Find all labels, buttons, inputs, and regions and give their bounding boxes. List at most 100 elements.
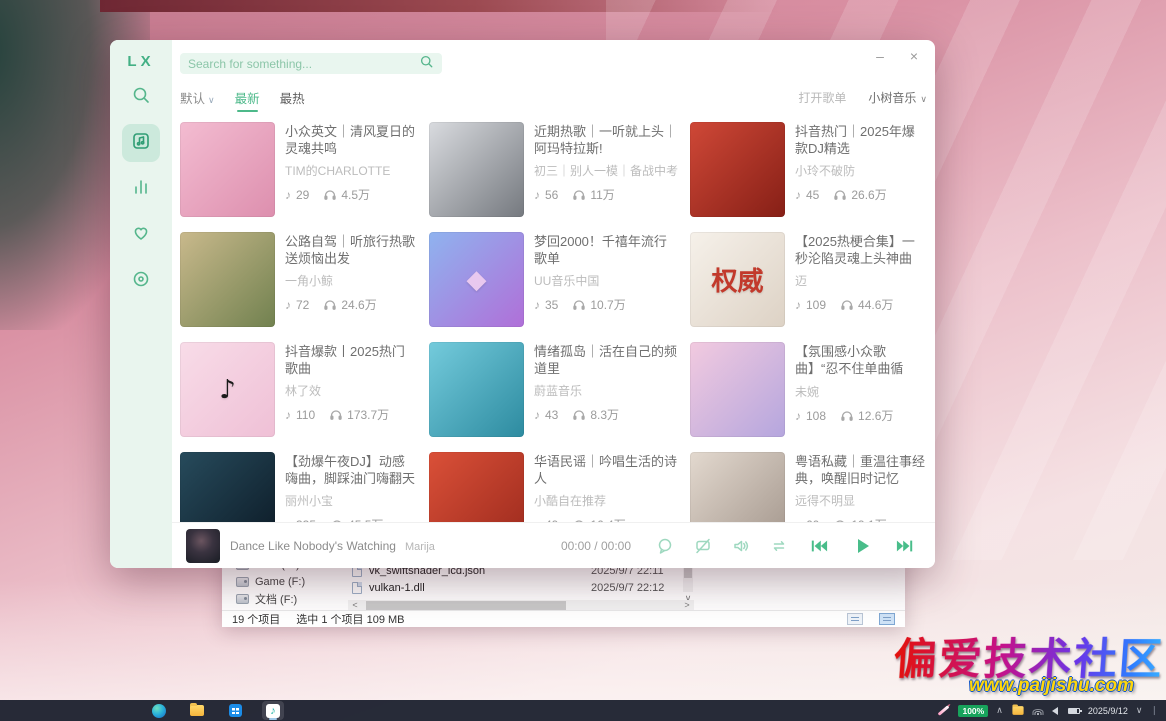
playlist-card[interactable]: 华语民谣｜吟唱生活的诗人 小酷自在推荐 ♪49 16.4万 xyxy=(429,452,678,522)
view-large-icons-button[interactable] xyxy=(879,613,895,625)
headphones-icon xyxy=(841,300,853,310)
taskbar-edge-button[interactable] xyxy=(148,701,170,720)
store-icon xyxy=(229,704,242,717)
playlist-card[interactable]: 小众英文｜清风夏日的灵魂共鸣 TIM的CHARLOTTE ♪29 4.5万 xyxy=(180,122,417,217)
battery-widget[interactable]: 100% xyxy=(958,705,988,717)
playlist-title: 情绪孤岛｜活在自己的频道里 xyxy=(534,343,678,377)
sidebar-item-favorites[interactable] xyxy=(122,216,160,254)
next-button[interactable] xyxy=(895,537,915,555)
playlist-cover[interactable] xyxy=(690,342,785,437)
sidebar-item-leaderboard[interactable] xyxy=(122,170,160,208)
explorer-drive-item[interactable]: Game (F:) xyxy=(222,573,344,590)
taskbar-music-button[interactable]: ♪ xyxy=(262,701,284,720)
folder-icon xyxy=(190,705,204,716)
search-bar[interactable] xyxy=(180,53,442,74)
scrollbar-thumb[interactable] xyxy=(366,601,566,610)
playlist-card[interactable]: 粤语私藏｜重温往事经典，唤醒旧时记忆 远得不明显 ♪60 19.1万 xyxy=(690,452,927,522)
tab-hottest[interactable]: 最热 xyxy=(280,88,305,107)
sidebar-item-songlist[interactable] xyxy=(122,124,160,162)
file-date: 2025/9/7 22:12 xyxy=(591,582,664,594)
comment-icon[interactable] xyxy=(656,537,674,555)
playlist-card[interactable]: 【劲爆午夜DJ】动感嗨曲，脚踩油门嗨翻天 丽州小宝 ♪335 45.5万 xyxy=(180,452,417,522)
taskbar-store-button[interactable] xyxy=(224,701,246,720)
search-icon[interactable] xyxy=(419,54,434,74)
play-count: 8.3万 xyxy=(590,406,619,423)
app-logo: LX xyxy=(127,53,154,70)
song-artist: Marija xyxy=(405,541,435,553)
headphones-icon xyxy=(841,411,853,421)
play-button[interactable] xyxy=(851,535,873,557)
playlist-cover[interactable] xyxy=(429,122,524,217)
open-playlist-link[interactable]: 打开歌单 xyxy=(798,89,846,106)
playlist-card[interactable]: 公路自驾｜听旅行热歌送烦恼出发 一角小鲸 ♪72 24.6万 xyxy=(180,232,417,327)
minimize-button[interactable]: – xyxy=(869,46,891,66)
file-name: vulkan-1.dll xyxy=(369,582,584,594)
playlist-card[interactable]: 情绪孤岛｜活在自己的频道里 蔚蓝音乐 ♪43 8.3万 xyxy=(429,342,678,437)
playlist-stats: ♪56 11万 xyxy=(534,186,678,203)
hidden-icons-chevron[interactable]: ∧ xyxy=(996,705,1003,716)
system-tray: 100% ∧ 2025/9/12 ∨ ❘ xyxy=(937,705,1166,717)
playlist-title: 公路自驾｜听旅行热歌送烦恼出发 xyxy=(285,233,417,267)
playlist-cover[interactable] xyxy=(180,452,275,522)
sidebar-item-settings[interactable] xyxy=(122,262,160,300)
play-count: 173.7万 xyxy=(347,406,389,423)
sidebar-item-search[interactable] xyxy=(122,78,160,116)
playlist-cover[interactable]: 权威 xyxy=(690,232,785,327)
taskbar-explorer-button[interactable] xyxy=(186,701,208,720)
explorer-status-bar: 19 个项目 选中 1 个项目 109 MB xyxy=(222,610,905,627)
taskbar: ♪ 100% ∧ 2025/9/12 ∨ ❘ xyxy=(0,700,1166,721)
playlist-cover[interactable] xyxy=(690,452,785,522)
playlist-creator: 远得不明显 xyxy=(795,492,927,509)
previous-button[interactable] xyxy=(809,537,829,555)
playlist-cover[interactable]: ◆ xyxy=(429,232,524,327)
headphones-icon xyxy=(324,300,336,310)
playlist-card[interactable]: 【氛围感小众歌曲】“忍不住单曲循环！” 未婉 ♪108 12.6万 xyxy=(690,342,927,437)
search-input[interactable] xyxy=(188,57,419,71)
song-count: 108 xyxy=(806,409,826,423)
stylus-pen-icon[interactable] xyxy=(938,705,950,716)
view-details-button[interactable] xyxy=(847,613,863,625)
cover-glyph: ♪ xyxy=(219,375,236,405)
cover-glyph: 权威 xyxy=(711,261,763,298)
explorer-drive-item[interactable]: 文档 (F:) xyxy=(222,590,344,607)
song-count: 109 xyxy=(806,298,826,312)
playlist-stats: ♪45 26.6万 xyxy=(795,186,927,203)
playlist-card[interactable]: ♪ 抖音爆款丨2025热门歌曲 林了效 ♪110 173.7万 xyxy=(180,342,417,437)
wifi-icon[interactable] xyxy=(1033,707,1044,715)
tab-category-dropdown[interactable]: 默认∨ xyxy=(180,88,215,107)
watermark-url: www.paijishu.com xyxy=(894,675,1134,697)
play-mode-icon[interactable] xyxy=(770,537,788,555)
playlist-creator: 初三｜别人一模｜备战中考 xyxy=(534,162,678,179)
playlist-card[interactable]: 近期热歌｜一听就上头｜阿玛特拉斯! 初三｜别人一模｜备战中考 ♪56 11万 xyxy=(429,122,678,217)
playlist-stats: ♪108 12.6万 xyxy=(795,407,927,424)
playlist-title: 【氛围感小众歌曲】“忍不住单曲循环！” xyxy=(795,343,927,378)
play-count: 11万 xyxy=(590,186,614,203)
music-note-icon: ♪ xyxy=(795,188,801,202)
playlist-cover[interactable]: ♪ xyxy=(180,342,275,437)
playlist-cover[interactable] xyxy=(690,122,785,217)
explorer-file-row[interactable]: vulkan-1.dll 2025/9/7 22:12 xyxy=(352,579,772,596)
playlist-card[interactable]: ◆ 梦回2000！千禧年流行歌单 UU音乐中国 ♪35 10.7万 xyxy=(429,232,678,327)
playlist-cover[interactable] xyxy=(180,122,275,217)
source-selector[interactable]: 小树音乐∨ xyxy=(868,89,927,106)
volume-icon[interactable] xyxy=(1052,707,1058,715)
songlist-icon xyxy=(131,131,151,156)
song-count: 29 xyxy=(296,188,309,202)
playlist-cover[interactable] xyxy=(429,452,524,522)
playlist-cover[interactable] xyxy=(429,342,524,437)
close-button[interactable]: × xyxy=(903,46,925,66)
caret-icon[interactable]: ∨ xyxy=(1136,705,1143,716)
volume-icon[interactable] xyxy=(732,537,750,555)
album-art[interactable] xyxy=(186,529,220,563)
playlist-stats: ♪29 4.5万 xyxy=(285,186,417,203)
playlist-creator: 未婉 xyxy=(795,383,927,400)
playlist-card[interactable]: 权威 【2025热梗合集】一秒沦陷灵魂上头神曲 迈 ♪109 44.6万 xyxy=(690,232,927,327)
playlist-creator: 蔚蓝音乐 xyxy=(534,382,678,399)
playlist-cover[interactable] xyxy=(180,232,275,327)
desktop-lyric-icon[interactable] xyxy=(694,537,712,555)
clock-date[interactable]: 2025/9/12 xyxy=(1088,706,1128,716)
tray-folder-icon[interactable] xyxy=(1012,706,1023,715)
playlist-card[interactable]: 抖音热门｜2025年爆款DJ精选 小玲不破防 ♪45 26.6万 xyxy=(690,122,927,217)
tab-newest[interactable]: 最新 xyxy=(235,88,260,107)
battery-icon[interactable] xyxy=(1068,708,1080,714)
